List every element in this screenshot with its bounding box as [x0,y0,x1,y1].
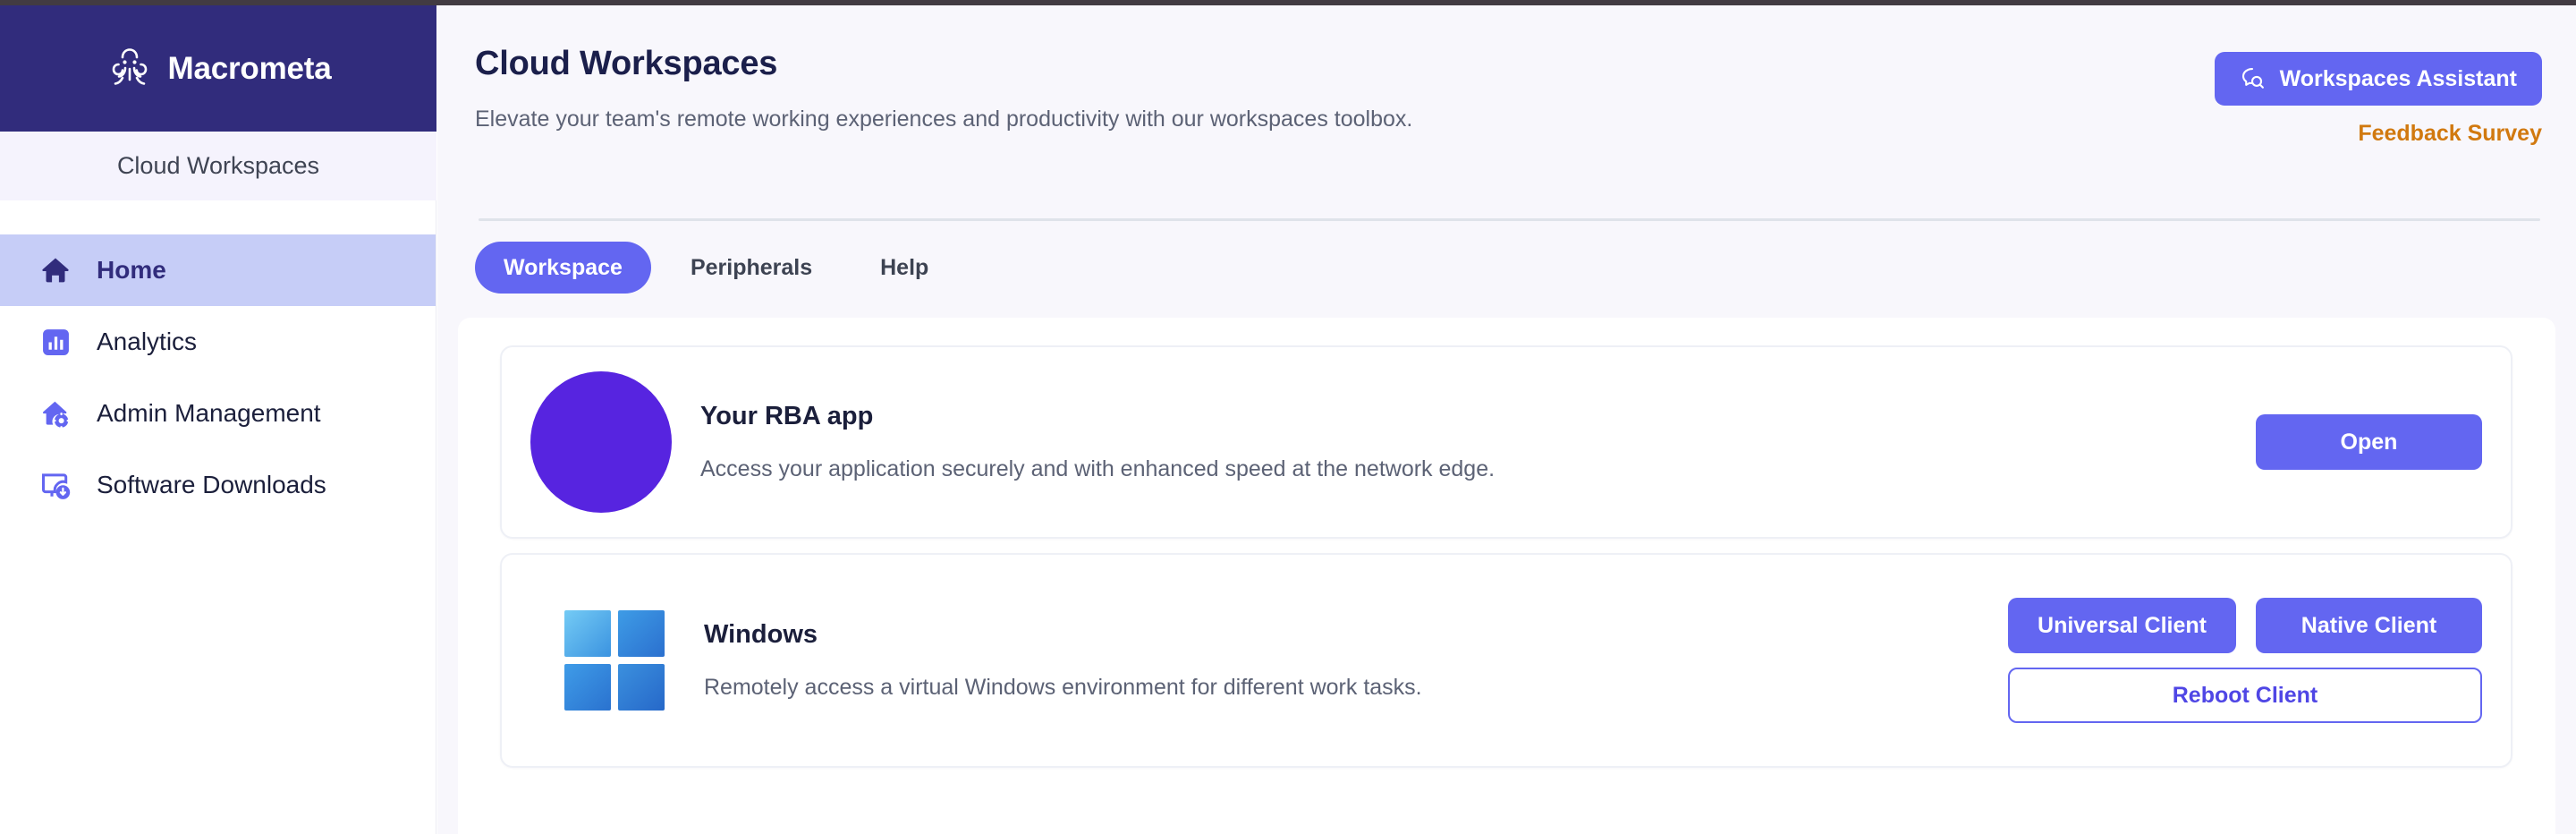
sidebar-nav: Home Analytics [0,200,436,521]
sidebar-item-label: Analytics [97,328,197,356]
chat-search-icon [2240,65,2267,92]
purple-circle-avatar [530,371,672,513]
sidebar-section-title-label: Cloud Workspaces [117,152,319,180]
client-button-row: Universal Client Native Client [2008,598,2482,653]
reboot-client-button[interactable]: Reboot Client [2008,668,2482,723]
workspaces-assistant-label: Workspaces Assistant [2280,66,2517,92]
sidebar-item-label: Home [97,256,166,285]
card-windows: Windows Remotely access a virtual Window… [500,553,2512,768]
main-content: Cloud Workspaces Elevate your team's rem… [437,5,2576,834]
tab-help[interactable]: Help [852,242,957,294]
workspaces-assistant-button[interactable]: Workspaces Assistant [2215,52,2542,106]
sidebar-item-home[interactable]: Home [0,234,436,306]
tab-bar: Workspace Peripherals Help [475,242,957,294]
header-actions: Workspaces Assistant Feedback Survey [2215,52,2542,147]
brand-header[interactable]: Macrometa [0,5,436,132]
sidebar-item-label: Admin Management [97,399,321,428]
card-title: Your RBA app [700,402,2256,431]
sidebar: Macrometa Cloud Workspaces Home [0,5,436,834]
open-button[interactable]: Open [2256,414,2482,470]
octopus-icon [106,45,154,93]
bar-chart-icon [38,324,73,360]
sidebar-item-analytics[interactable]: Analytics [0,306,436,378]
tab-peripherals[interactable]: Peripherals [662,242,841,294]
app-root: Macrometa Cloud Workspaces Home [0,0,2576,834]
sidebar-item-admin-management[interactable]: Admin Management [0,378,436,449]
sidebar-item-software-downloads[interactable]: Software Downloads [0,449,436,521]
home-icon [38,252,73,288]
card-actions: Open [2256,414,2482,470]
home-gear-icon [38,396,73,431]
card-rba-app: Your RBA app Access your application sec… [500,345,2512,539]
native-client-button[interactable]: Native Client [2256,598,2482,653]
universal-client-button[interactable]: Universal Client [2008,598,2236,653]
sidebar-section-title: Cloud Workspaces [0,132,436,200]
header-divider [479,218,2540,221]
monitor-download-icon [38,467,73,503]
card-actions: Universal Client Native Client Reboot Cl… [2008,598,2482,723]
tab-workspace[interactable]: Workspace [475,242,651,294]
feedback-survey-link[interactable]: Feedback Survey [2358,121,2542,147]
card-description: Remotely access a virtual Windows enviro… [704,675,2008,701]
card-title: Windows [704,620,2008,650]
brand-name: Macrometa [168,51,332,87]
workspace-panel: Your RBA app Access your application sec… [458,318,2555,834]
sidebar-item-label: Software Downloads [97,471,326,499]
card-description: Access your application securely and wit… [700,456,2256,482]
windows-logo-icon [557,603,672,718]
